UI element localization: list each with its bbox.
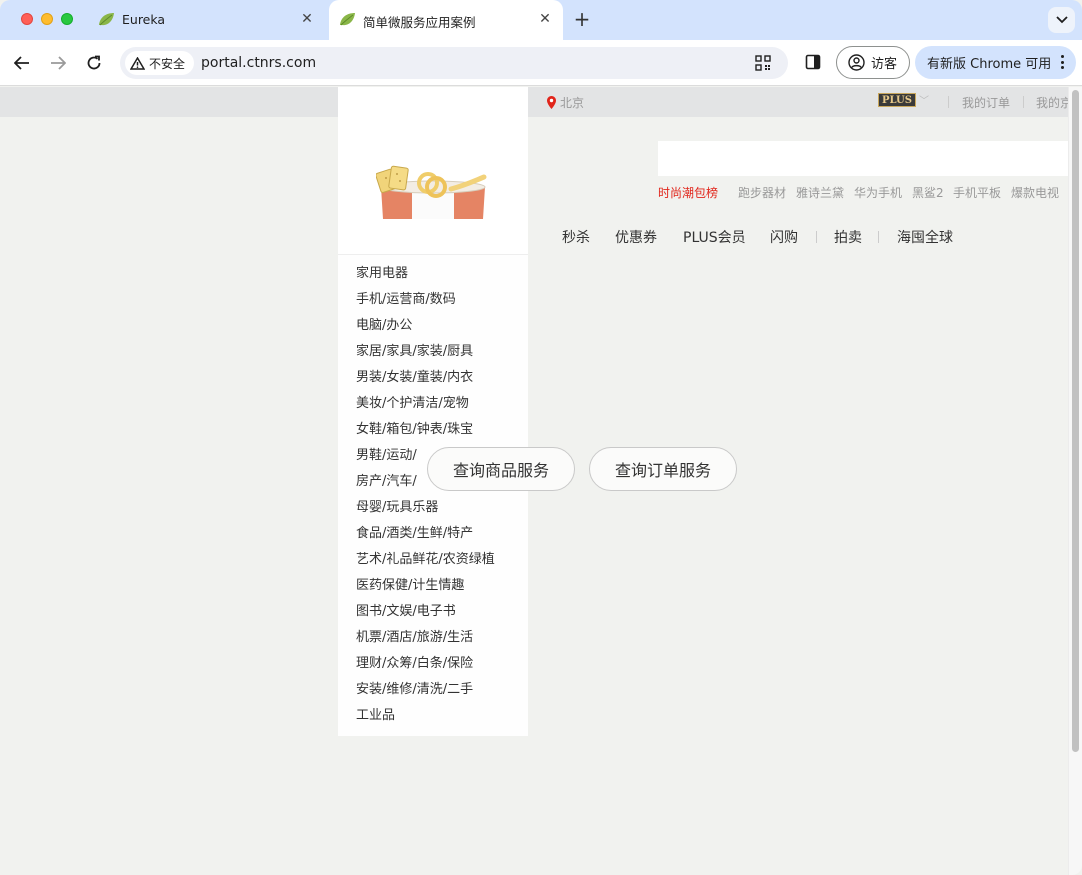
category-sidebar: 家用电器 手机/运营商/数码 电脑/办公 家居/家具/家装/厨具 男装/女装/童… bbox=[338, 87, 528, 736]
profile-button[interactable]: 访客 bbox=[836, 46, 910, 79]
category-item[interactable]: 家用电器 bbox=[356, 265, 495, 291]
search-input[interactable] bbox=[658, 141, 1068, 176]
divider bbox=[1023, 96, 1024, 108]
user-avatar-icon bbox=[848, 54, 865, 71]
category-item[interactable]: 理财/众筹/白条/保险 bbox=[356, 655, 495, 681]
profile-label: 访客 bbox=[871, 57, 898, 72]
chevron-down-icon[interactable]: ﹀ bbox=[919, 92, 929, 107]
nav-item-seckill[interactable]: 秒杀 bbox=[562, 227, 590, 247]
back-arrow-icon[interactable] bbox=[11, 52, 33, 74]
url-text[interactable]: portal.ctnrs.com bbox=[201, 55, 316, 71]
category-item[interactable]: 艺术/礼品鲜花/农资绿植 bbox=[356, 551, 495, 577]
tab-close-icon[interactable]: ✕ bbox=[537, 11, 553, 27]
new-tab-plus-icon[interactable]: + bbox=[572, 9, 592, 29]
divider bbox=[816, 231, 817, 243]
nav-item-plus[interactable]: PLUS会员 bbox=[683, 227, 746, 247]
window-close-button[interactable] bbox=[21, 13, 33, 25]
location-pin-icon bbox=[547, 96, 556, 109]
nav-item-global[interactable]: 海囤全球 bbox=[897, 227, 953, 247]
category-item[interactable]: 工业品 bbox=[356, 707, 495, 733]
vertical-scrollbar[interactable] bbox=[1068, 87, 1082, 875]
tab-title: Eureka bbox=[122, 12, 166, 27]
divider bbox=[878, 231, 879, 243]
hot-search-link[interactable]: 华为手机 bbox=[854, 184, 902, 201]
hot-search-link[interactable]: 时尚潮包榜 bbox=[658, 184, 718, 201]
side-panel-icon[interactable] bbox=[805, 54, 821, 70]
tab-close-icon[interactable]: ✕ bbox=[299, 11, 315, 27]
category-list: 家用电器 手机/运营商/数码 电脑/办公 家居/家具/家装/厨具 男装/女装/童… bbox=[356, 265, 495, 733]
hot-search-link[interactable]: 跑步器材 bbox=[738, 184, 786, 201]
category-item[interactable]: 食品/酒类/生鲜/特产 bbox=[356, 525, 495, 551]
hot-search-link[interactable]: 黑鲨2 bbox=[912, 184, 944, 201]
location-name: 北京 bbox=[560, 96, 585, 110]
spring-leaf-icon bbox=[99, 13, 114, 26]
nav-item-auction[interactable]: 拍卖 bbox=[834, 227, 862, 247]
tab-microservice-demo[interactable]: 简单微服务应用案例 ✕ bbox=[329, 0, 563, 40]
category-item[interactable]: 医药保健/计生情趣 bbox=[356, 577, 495, 603]
window-minimize-button[interactable] bbox=[41, 13, 53, 25]
tab-eureka[interactable]: Eureka ✕ bbox=[88, 0, 328, 40]
my-jd-link[interactable]: 我的京 bbox=[1036, 94, 1072, 111]
update-label: 有新版 Chrome 可用 bbox=[927, 57, 1052, 72]
category-item[interactable]: 电脑/办公 bbox=[356, 317, 495, 343]
more-menu-icon[interactable] bbox=[1061, 55, 1065, 69]
window-zoom-button[interactable] bbox=[61, 13, 73, 25]
category-item[interactable]: 图书/文娱/电子书 bbox=[356, 603, 495, 629]
forward-arrow-icon[interactable] bbox=[47, 52, 69, 74]
location-selector[interactable]: 北京 bbox=[547, 94, 584, 111]
browser-window: Eureka ✕ 简单微服务应用案例 ✕ + 不安全 portal.ctnrs.… bbox=[0, 0, 1082, 875]
warning-triangle-icon bbox=[130, 56, 145, 70]
security-label: 不安全 bbox=[149, 56, 186, 71]
chrome-update-button[interactable]: 有新版 Chrome 可用 bbox=[915, 46, 1076, 79]
scrollbar-thumb[interactable] bbox=[1072, 90, 1079, 752]
plus-badge[interactable]: PLUS bbox=[878, 93, 916, 107]
category-item[interactable]: 美妆/个护清洁/宠物 bbox=[356, 395, 495, 421]
category-item[interactable]: 男装/女装/童装/内衣 bbox=[356, 369, 495, 395]
query-product-service-button[interactable]: 查询商品服务 bbox=[427, 447, 575, 491]
divider bbox=[948, 96, 949, 108]
query-order-service-button[interactable]: 查询订单服务 bbox=[589, 447, 737, 491]
tab-title: 简单微服务应用案例 bbox=[363, 15, 476, 30]
hot-search-link[interactable]: 爆款电视 bbox=[1011, 184, 1059, 201]
spring-leaf-icon bbox=[340, 13, 355, 26]
address-bar[interactable]: 不安全 portal.ctnrs.com bbox=[120, 47, 788, 79]
category-item[interactable]: 家居/家具/家装/厨具 bbox=[356, 343, 495, 369]
security-indicator[interactable]: 不安全 bbox=[125, 51, 194, 75]
nav-item-flash-sale[interactable]: 闪购 bbox=[770, 227, 798, 247]
food-bowl-illustration bbox=[376, 165, 487, 219]
category-item[interactable]: 手机/运营商/数码 bbox=[356, 291, 495, 317]
category-item[interactable]: 女鞋/箱包/钟表/珠宝 bbox=[356, 421, 495, 447]
category-item[interactable]: 机票/酒店/旅游/生活 bbox=[356, 629, 495, 655]
page-viewport: 北京 PLUS ﹀ 我的订单 我的京 时尚潮包榜 跑步器材 雅诗兰黛 华为手机 … bbox=[0, 87, 1082, 875]
reload-icon[interactable] bbox=[83, 52, 105, 74]
hot-search-link[interactable]: 雅诗兰黛 bbox=[796, 184, 844, 201]
qr-code-icon[interactable] bbox=[755, 55, 771, 71]
category-item[interactable]: 母婴/玩具乐器 bbox=[356, 499, 495, 525]
site-topbar: 北京 PLUS ﹀ 我的订单 我的京 bbox=[0, 87, 1072, 117]
hot-search-link[interactable]: 手机平板 bbox=[953, 184, 1001, 201]
logo-area bbox=[338, 87, 528, 255]
nav-item-coupons[interactable]: 优惠券 bbox=[615, 227, 657, 247]
category-item[interactable]: 安装/维修/清洗/二手 bbox=[356, 681, 495, 707]
tab-strip: Eureka ✕ 简单微服务应用案例 ✕ + bbox=[0, 0, 1082, 40]
my-orders-link[interactable]: 我的订单 bbox=[962, 94, 1010, 111]
tab-search-chevron-icon[interactable] bbox=[1048, 7, 1075, 33]
